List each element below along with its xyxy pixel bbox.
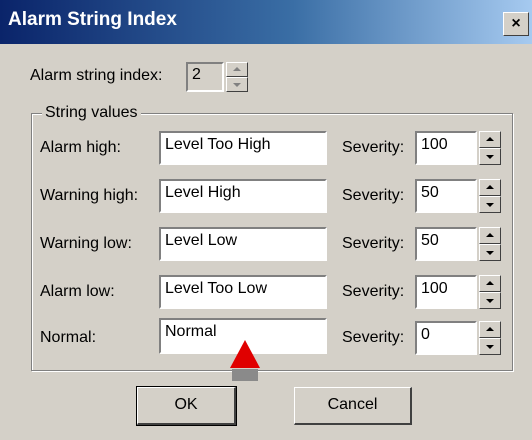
warning-low-input[interactable]: Level Low [159,227,327,261]
close-button[interactable]: × [503,12,529,36]
up-arrow-icon [486,281,494,285]
up-arrow-icon [486,137,494,141]
normal-severity-stepper[interactable] [479,321,501,355]
row-label: Warning high: [40,187,139,204]
alarm-high-input[interactable]: Level Too High [159,131,327,165]
group-label: String values [42,104,141,122]
close-icon: × [511,15,521,32]
index-up-button [226,62,248,77]
normal-severity-input[interactable]: 0 [415,321,477,355]
row-label: Normal: [40,329,97,346]
severity-label: Severity: [342,329,405,346]
severity-label: Severity: [342,235,405,252]
index-value: 2 [192,66,201,83]
normal-value: Normal [165,323,217,340]
warning-low-severity-value: 50 [421,232,439,249]
spin-down-button[interactable] [479,338,501,355]
alarm-low-severity-value: 100 [421,280,448,297]
cancel-button[interactable]: Cancel [294,387,412,425]
title-bar[interactable]: Alarm String Index × [0,0,532,44]
spin-down-button[interactable] [479,148,501,165]
index-stepper [226,62,248,92]
red-triangle-cursor-icon [230,340,260,381]
alarm-high-value: Level Too High [165,136,271,153]
spin-down-button[interactable] [479,244,501,261]
row-label: Alarm high: [40,139,121,156]
alarm-high-severity-input[interactable]: 100 [415,131,477,165]
ok-button[interactable]: OK [136,386,237,426]
spin-up-button[interactable] [479,131,501,148]
alarm-low-input[interactable]: Level Too Low [159,275,327,309]
alarm-low-severity-input[interactable]: 100 [415,275,477,309]
warning-low-severity-stepper[interactable] [479,227,501,261]
row-label: Alarm low: [40,283,115,300]
up-arrow-icon [486,233,494,237]
spin-down-button[interactable] [479,196,501,213]
down-arrow-icon [233,83,241,87]
warning-low-value: Level Low [165,232,238,249]
index-down-button [226,77,248,92]
spin-up-button[interactable] [479,179,501,196]
alarm-string-index-dialog: Alarm String Index × Alarm string index:… [0,0,532,440]
warning-low-severity-input[interactable]: 50 [415,227,477,261]
warning-high-value: Level High [165,184,241,201]
alarm-high-severity-value: 100 [421,136,448,153]
up-arrow-icon [486,185,494,189]
severity-label: Severity: [342,283,405,300]
window-title: Alarm String Index [8,9,177,30]
alarm-high-severity-stepper[interactable] [479,131,501,165]
warning-high-severity-value: 50 [421,184,439,201]
warning-high-severity-stepper[interactable] [479,179,501,213]
severity-label: Severity: [342,187,405,204]
index-label: Alarm string index: [30,67,163,84]
spin-down-button[interactable] [479,292,501,309]
down-arrow-icon [486,203,494,207]
down-arrow-icon [486,251,494,255]
severity-label: Severity: [342,139,405,156]
spin-up-button[interactable] [479,227,501,244]
alarm-low-severity-stepper[interactable] [479,275,501,309]
alarm-low-value: Level Too Low [165,280,267,297]
down-arrow-icon [486,299,494,303]
down-arrow-icon [486,155,494,159]
warning-high-input[interactable]: Level High [159,179,327,213]
cancel-label: Cancel [327,396,378,413]
spin-up-button[interactable] [479,275,501,292]
spin-up-button[interactable] [479,321,501,338]
warning-high-severity-input[interactable]: 50 [415,179,477,213]
up-arrow-icon [486,327,494,331]
normal-severity-value: 0 [421,326,430,343]
index-field: 2 [186,62,224,92]
ok-label: OK [174,396,198,413]
down-arrow-icon [486,345,494,349]
up-arrow-icon [233,67,241,71]
row-label: Warning low: [40,235,132,252]
